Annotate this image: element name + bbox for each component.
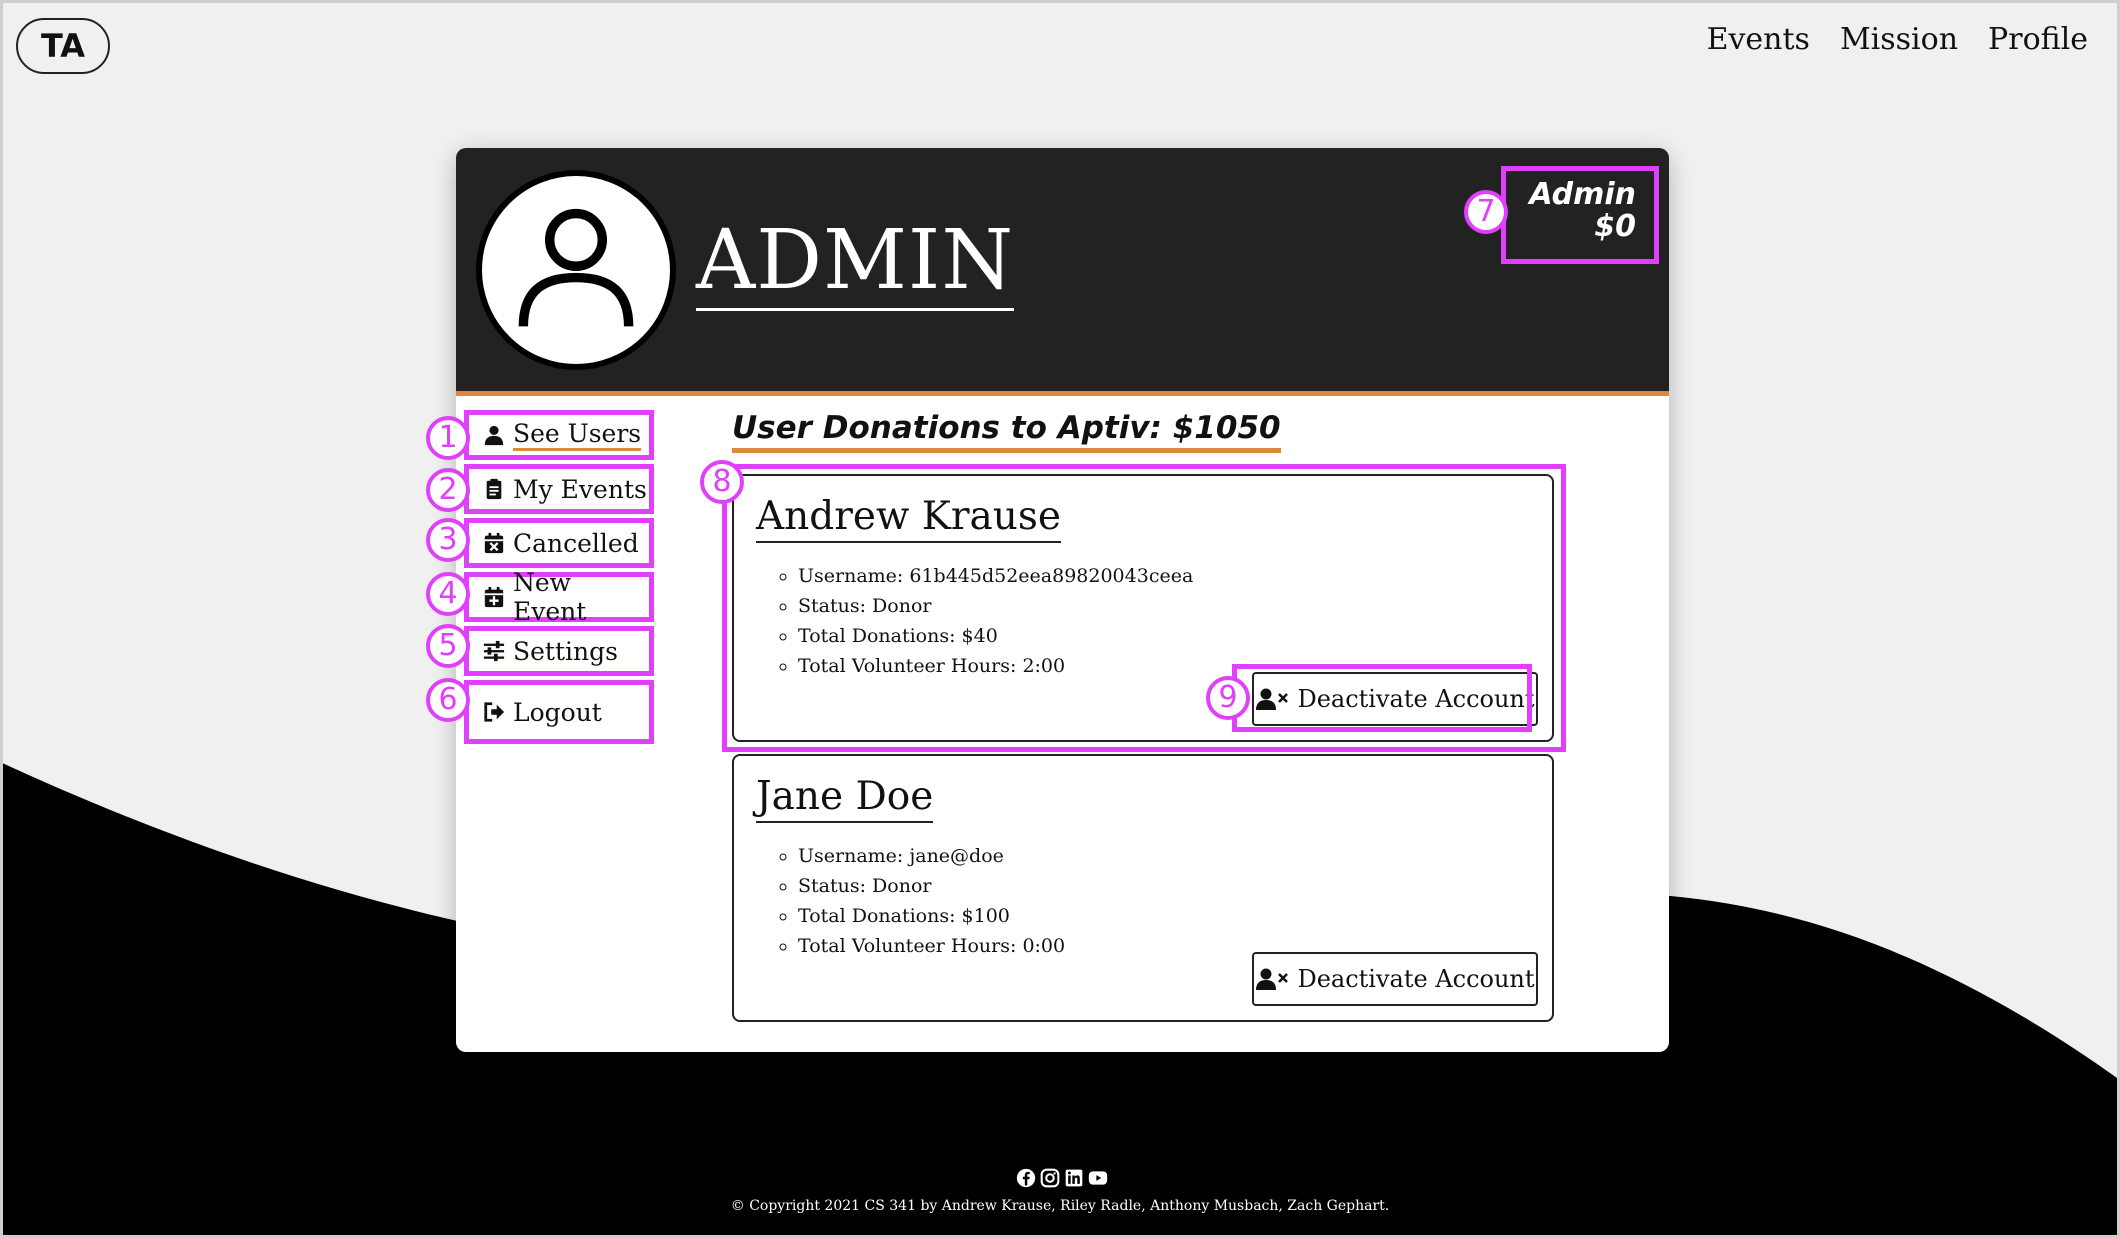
youtube-icon[interactable] <box>1088 1168 1108 1188</box>
sliders-icon <box>483 640 505 662</box>
sidebar-item-label: My Events <box>513 474 647 504</box>
sidebar-item-my-events[interactable]: My Events <box>464 464 654 514</box>
annotation-badge-9: 9 <box>1206 676 1250 720</box>
user-avatar-icon <box>518 208 634 327</box>
annotation-badge-5: 5 <box>426 624 470 668</box>
sidebar-item-see-users[interactable]: See Users <box>464 410 654 460</box>
user-status: Status: Donor <box>798 591 1530 621</box>
nav-events[interactable]: Events <box>1707 22 1810 57</box>
annotation-badge-4: 4 <box>426 572 470 616</box>
user-username: Username: 61b445d52eea89820043ceea <box>798 561 1530 591</box>
sidebar-item-label: Settings <box>513 636 618 666</box>
profile-card: ADMIN Admin $0 See Users My Events Cance… <box>456 148 1669 1052</box>
user-name: Andrew Krause <box>756 494 1061 543</box>
donations-heading: User Donations to Aptiv: $1050 <box>732 410 1281 453</box>
annotation-badge-6: 6 <box>426 678 470 722</box>
calendar-x-icon <box>483 532 505 554</box>
user-status: Status: Donor <box>798 871 1530 901</box>
top-nav: Events Mission Profile <box>1707 22 2088 57</box>
nav-profile[interactable]: Profile <box>1988 22 2088 57</box>
calendar-plus-icon <box>483 586 505 608</box>
role-label: Admin <box>1529 177 1636 212</box>
deactivate-account-button[interactable]: Deactivate Account <box>1252 952 1538 1006</box>
button-highlight <box>1232 664 1532 732</box>
sidebar-item-cancelled[interactable]: Cancelled <box>464 518 654 568</box>
annotation-badge-1: 1 <box>426 416 470 460</box>
footer-copyright: © Copyright 2021 CS 341 by Andrew Krause… <box>730 1198 1390 1214</box>
user-icon <box>483 424 505 446</box>
instagram-icon[interactable] <box>1040 1168 1060 1188</box>
sidebar-item-settings[interactable]: Settings <box>464 626 654 676</box>
profile-header: ADMIN Admin $0 <box>456 148 1669 396</box>
sidebar: See Users My Events Cancelled New Event … <box>464 410 654 748</box>
facebook-icon[interactable] <box>1016 1168 1036 1188</box>
app-logo[interactable]: TA <box>16 18 110 74</box>
annotation-badge-2: 2 <box>426 468 470 512</box>
sidebar-item-logout[interactable]: Logout <box>464 680 654 744</box>
sidebar-item-label: New Event <box>513 568 587 626</box>
avatar <box>476 170 676 370</box>
clipboard-icon <box>483 478 505 500</box>
sidebar-item-label: See Users <box>513 419 642 451</box>
deactivate-label: Deactivate Account <box>1297 965 1535 993</box>
linkedin-icon[interactable] <box>1064 1168 1084 1188</box>
sidebar-item-label: Logout <box>513 697 602 727</box>
user-name: Jane Doe <box>756 774 934 823</box>
role-balance-box: Admin $0 <box>1501 166 1659 264</box>
sidebar-item-label: Cancelled <box>513 528 639 558</box>
nav-mission[interactable]: Mission <box>1840 22 1958 57</box>
annotation-badge-3: 3 <box>426 518 470 562</box>
user-total-donations: Total Donations: $40 <box>798 621 1530 651</box>
annotation-badge-8: 8 <box>700 460 744 504</box>
page-title: ADMIN <box>696 217 1015 312</box>
user-card: Jane Doe Username: jane@doe Status: Dono… <box>732 754 1554 1022</box>
annotation-badge-7: 7 <box>1464 190 1508 234</box>
balance-label: $0 <box>1594 208 1636 244</box>
user-details-list: Username: jane@doe Status: Donor Total D… <box>756 841 1530 961</box>
sidebar-item-new-event[interactable]: New Event <box>464 568 654 626</box>
user-username: Username: jane@doe <box>798 841 1530 871</box>
user-remove-icon <box>1255 967 1289 991</box>
user-details-list: Username: 61b445d52eea89820043ceea Statu… <box>756 561 1530 681</box>
sign-out-icon <box>483 701 505 723</box>
social-links <box>1016 1168 1108 1188</box>
user-total-donations: Total Donations: $100 <box>798 901 1530 931</box>
